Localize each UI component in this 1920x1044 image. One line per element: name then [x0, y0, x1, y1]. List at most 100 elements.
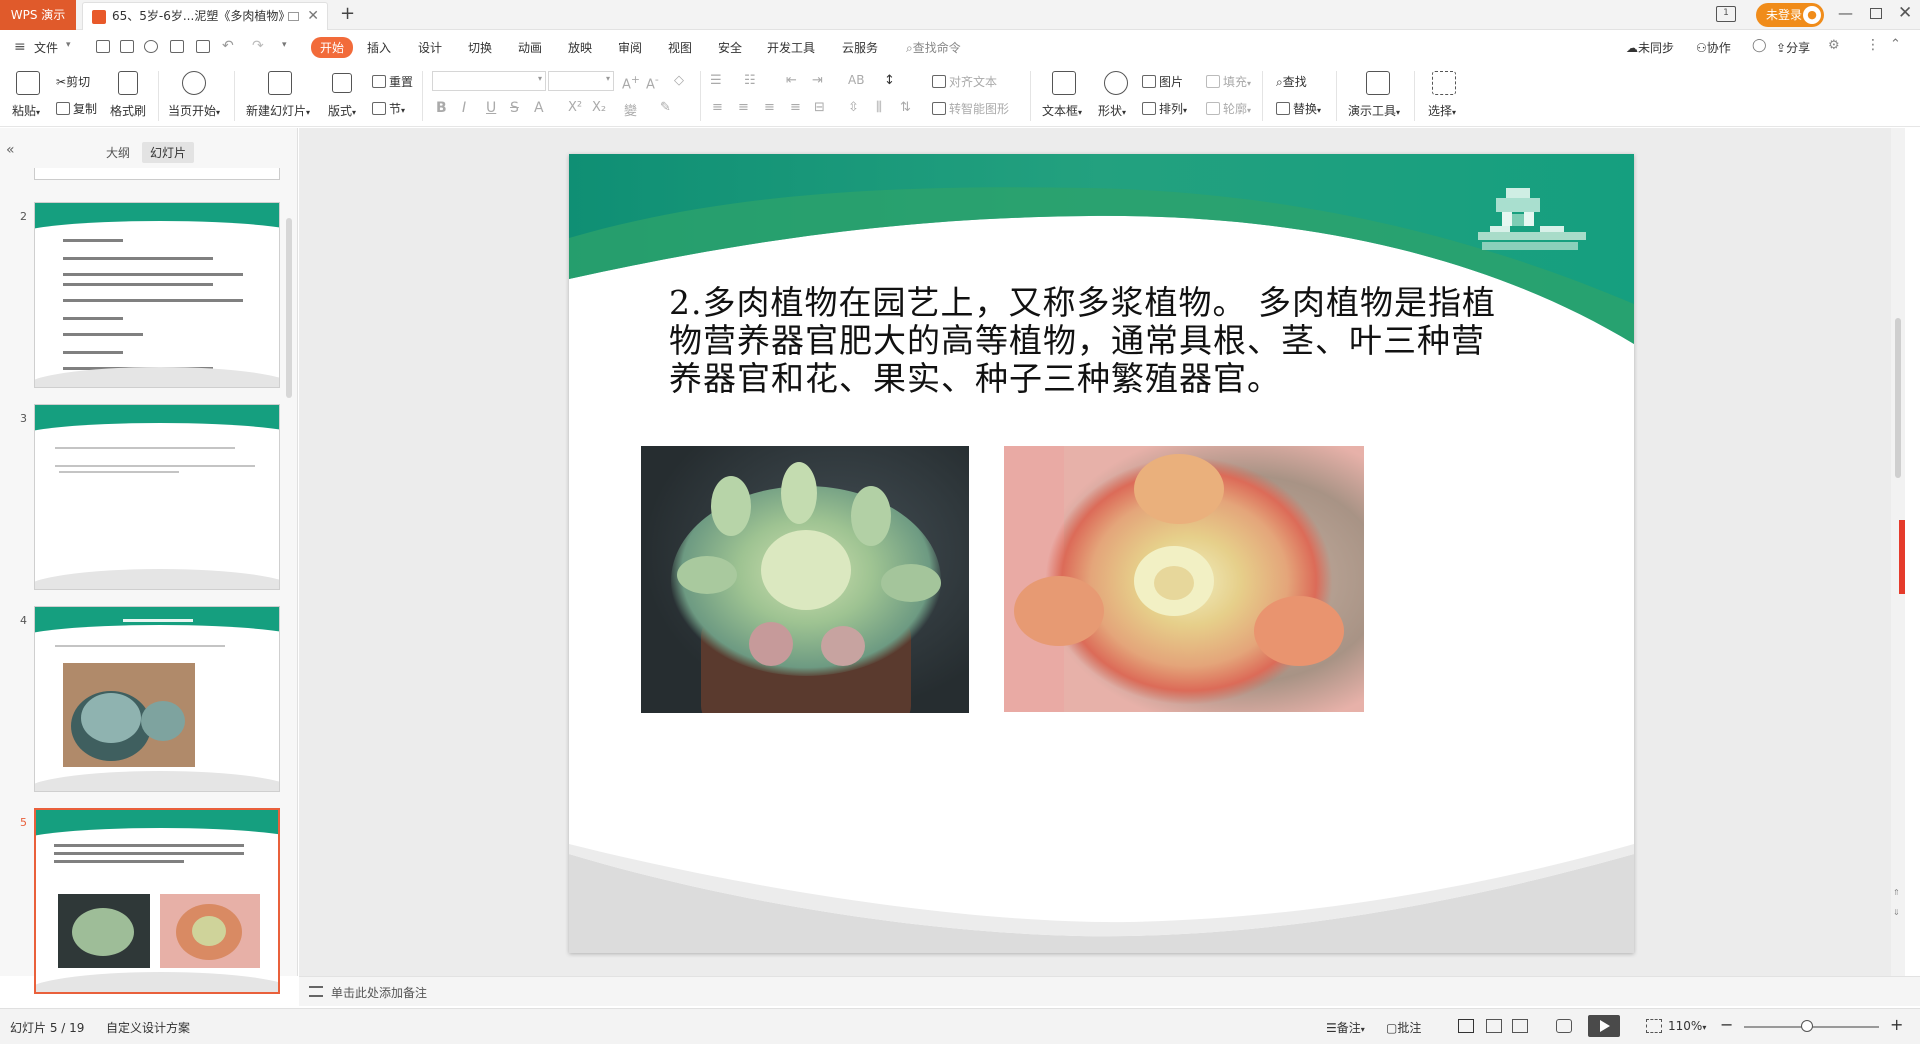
textbox-icon[interactable]	[1052, 71, 1076, 95]
login-button[interactable]: 未登录 ●	[1756, 3, 1824, 27]
font-size-select[interactable]: ▾	[548, 71, 614, 91]
more-options-icon[interactable]: ⋮	[1866, 37, 1880, 53]
justify-icon[interactable]: ≡	[790, 100, 801, 115]
cloud-save-icon[interactable]	[144, 40, 158, 53]
textbox-button[interactable]: 文本框▾	[1042, 102, 1082, 119]
new-slide-button[interactable]: 新建幻灯片▾	[246, 102, 310, 119]
align-text-button[interactable]: 对齐文本	[932, 73, 997, 90]
notes-toggle[interactable]: ☰备注▾	[1326, 1019, 1365, 1036]
subscript-icon[interactable]: X₂	[592, 100, 606, 115]
design-scheme[interactable]: 自定义设计方案	[106, 1019, 190, 1036]
zoom-slider-handle[interactable]	[1801, 1020, 1814, 1032]
minimize-icon[interactable]: —	[1838, 4, 1853, 22]
para-spacing-icon[interactable]: ⇳	[848, 100, 859, 115]
phonetic-icon[interactable]: 變	[624, 100, 637, 119]
superscript-icon[interactable]: X²	[568, 100, 582, 115]
bold-icon[interactable]: B	[436, 100, 447, 116]
font-family-select[interactable]: ▾	[432, 71, 546, 91]
reading-view-icon[interactable]	[1512, 1019, 1528, 1033]
slide-sorter-view-icon[interactable]	[1486, 1019, 1502, 1033]
slide-thumbnail-4[interactable]	[34, 606, 280, 792]
hamburger-menu-icon[interactable]: ≡	[14, 39, 26, 55]
new-tab-plus-icon[interactable]: +	[340, 3, 355, 24]
cut-button[interactable]: ✂剪切	[56, 73, 90, 90]
paste-button[interactable]: 粘贴▾	[12, 102, 40, 119]
notes-placeholder[interactable]: 单击此处添加备注	[331, 984, 427, 1001]
tab-home[interactable]: 开始	[311, 37, 354, 58]
line-spacing-icon[interactable]: ↕	[884, 73, 895, 88]
select-cursor-icon[interactable]	[1432, 71, 1456, 95]
slide-editing-canvas[interactable]: 2.多肉植物在园艺上，又称多浆植物。 多肉植物是指植物营养器官肥大的高等植物，通…	[299, 128, 1905, 976]
slide-thumbnail-5[interactable]	[34, 808, 280, 994]
paste-clipboard-icon[interactable]	[16, 71, 40, 95]
chevron-down-icon[interactable]: ▾	[66, 40, 71, 50]
document-tab[interactable]: 65、5岁-6岁...泥塑《多肉植物》 ✕	[82, 2, 328, 30]
undo-icon[interactable]: ↶	[222, 38, 234, 54]
sync-status[interactable]: ☁未同步	[1626, 39, 1674, 56]
new-slide-icon[interactable]	[268, 71, 292, 95]
comments-toggle[interactable]: ▢批注	[1386, 1019, 1421, 1036]
slide-thumbnail-1-partial[interactable]	[34, 168, 280, 180]
print-icon[interactable]	[170, 40, 184, 53]
outline-button[interactable]: 轮廓▾	[1206, 100, 1251, 117]
tab-security[interactable]: 安全	[718, 39, 742, 56]
zoom-out-icon[interactable]: −	[1720, 1015, 1733, 1034]
tab-cloud-service[interactable]: 云服务	[842, 39, 878, 56]
slide-thumbnail-3[interactable]	[34, 404, 280, 590]
numbered-list-icon[interactable]: ☷	[744, 73, 756, 88]
open-folder-icon[interactable]	[96, 40, 110, 53]
tab-outline[interactable]: 大纲	[98, 142, 138, 163]
picture-button[interactable]: 图片	[1142, 73, 1183, 90]
zoom-in-icon[interactable]: +	[1890, 1015, 1903, 1034]
normal-view-icon[interactable]	[1458, 1019, 1474, 1033]
increase-font-icon[interactable]: A+	[622, 73, 640, 92]
pane-scrollbar[interactable]	[286, 218, 292, 398]
shape-button[interactable]: 形状▾	[1098, 102, 1126, 119]
replace-button[interactable]: 替换▾	[1276, 100, 1321, 117]
settings-gear-icon[interactable]: ⚙	[1828, 38, 1840, 53]
distribute-icon[interactable]: ⊟	[814, 100, 825, 115]
command-search[interactable]: ⌕查找命令	[906, 39, 961, 56]
decrease-font-icon[interactable]: A-	[646, 73, 659, 92]
menu-file[interactable]: 文件	[34, 39, 58, 56]
play-from-current-button[interactable]: 当页开始▾	[168, 102, 220, 119]
play-slideshow-button[interactable]	[1588, 1015, 1620, 1037]
succulent-cluster-photo[interactable]	[641, 446, 969, 713]
previous-slide-icon[interactable]: ⇑	[1893, 888, 1900, 897]
tab-slides[interactable]: 幻灯片	[142, 142, 195, 163]
font-color-icon[interactable]: A	[534, 100, 544, 116]
decrease-indent-icon[interactable]: ⇤	[786, 73, 797, 88]
copy-button[interactable]: 复制	[56, 100, 97, 117]
align-left-icon[interactable]: ≡	[712, 100, 723, 115]
close-window-icon[interactable]: ✕	[1898, 3, 1912, 23]
fit-window-icon[interactable]	[1646, 1019, 1662, 1033]
columns-icon[interactable]: ⫼	[876, 100, 882, 115]
format-painter-icon[interactable]	[118, 71, 138, 95]
notes-area[interactable]: 单击此处添加备注	[299, 976, 1920, 1006]
monitor-icon[interactable]	[288, 12, 299, 21]
clear-format-icon[interactable]: ◇	[674, 73, 684, 88]
tab-insert[interactable]: 插入	[367, 39, 391, 56]
tab-animation[interactable]: 动画	[518, 39, 542, 56]
print-preview-icon[interactable]	[196, 40, 210, 53]
close-tab-icon[interactable]: ✕	[307, 8, 319, 24]
play-from-current-icon[interactable]	[182, 71, 206, 95]
restore-icon[interactable]	[1870, 8, 1882, 19]
window-mode-icon[interactable]: 1	[1716, 6, 1736, 22]
tab-transition[interactable]: 切换	[468, 39, 492, 56]
app-tab-wps[interactable]: WPS 演示	[0, 0, 76, 30]
current-slide[interactable]: 2.多肉植物在园艺上，又称多浆植物。 多肉植物是指植物营养器官肥大的高等植物，通…	[569, 154, 1634, 953]
canvas-vertical-scrollbar[interactable]: ⇑ ⇓	[1891, 128, 1905, 976]
italic-icon[interactable]: I	[462, 100, 466, 116]
arrange-button[interactable]: 排列▾	[1142, 100, 1187, 117]
reset-button[interactable]: 重置	[372, 73, 413, 90]
tab-slideshow[interactable]: 放映	[568, 39, 592, 56]
select-button[interactable]: 选择▾	[1428, 102, 1456, 119]
bullet-list-icon[interactable]: ☰	[710, 73, 722, 88]
text-direction-icon[interactable]: AB	[848, 73, 864, 87]
slide-thumbnail-2[interactable]	[34, 202, 280, 388]
highlight-icon[interactable]: ✎	[660, 100, 671, 115]
tab-view[interactable]: 视图	[668, 39, 692, 56]
line-spacing-options-icon[interactable]: ⇅	[900, 100, 911, 115]
tab-review[interactable]: 审阅	[618, 39, 642, 56]
